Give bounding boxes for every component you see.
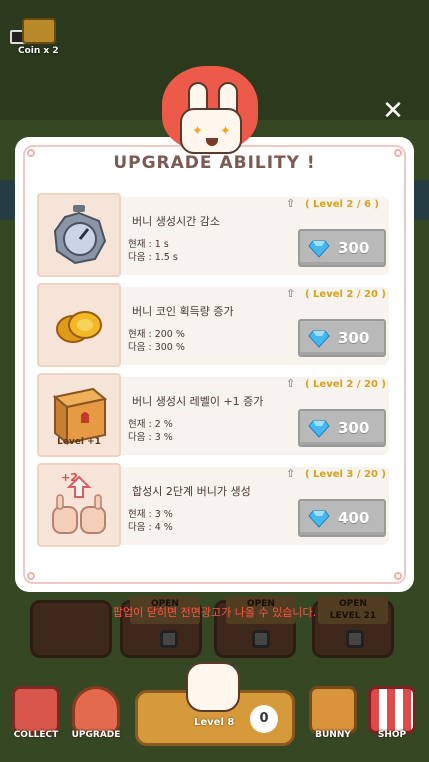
diamond-icon: [308, 510, 330, 528]
upgrade-name: 버니 코인 획득량 증가: [132, 305, 234, 318]
upgrade-next-value: 다음 : 1.5 s: [128, 252, 178, 263]
spawn-level-label: Level 8: [194, 717, 235, 728]
coin-bonus-badge[interactable]: Coin x 2: [10, 10, 62, 58]
buy-upgrade-button[interactable]: 300: [298, 319, 386, 357]
ad-warning-text: 팝업이 닫히면 전면광고가 나올 수 있습니다.: [112, 606, 317, 619]
upgrade-name: 합성시 2단계 버니가 생성: [132, 485, 251, 498]
flame-bunny-icon: [72, 686, 120, 734]
collection-book-icon: [12, 686, 60, 734]
upgrade-price: 400: [338, 509, 370, 527]
collect-label: COLLECT: [13, 730, 59, 740]
upgrade-row: Level +1 버니 생성시 레벨이 +1 증가 현재 : 2 % 다음 : …: [37, 373, 389, 457]
coin-bonus-label: Coin x 2: [18, 46, 59, 56]
shop-awning-icon: [368, 686, 416, 734]
bunny-mouth: [206, 138, 218, 146]
upgrade-next-value: 다음 : 3 %: [128, 432, 173, 443]
arrow-up-icon: ⇧: [286, 377, 296, 390]
shop-label: SHOP: [377, 730, 407, 740]
gold-coin-icon: [37, 283, 121, 367]
arrow-up-icon: ⇧: [286, 287, 296, 300]
buy-upgrade-button[interactable]: 400: [298, 499, 386, 537]
buy-upgrade-button[interactable]: 300: [298, 229, 386, 267]
bunny-button[interactable]: BUNNY: [305, 678, 361, 742]
upgrade-name: 버니 생성시간 감소: [132, 215, 220, 228]
close-icon[interactable]: ✕: [380, 98, 406, 124]
bunny-head: ✦ ✦: [180, 108, 242, 154]
upgrade-price: 300: [338, 419, 370, 437]
buy-upgrade-button[interactable]: 300: [298, 409, 386, 447]
upgrade-next-value: 다음 : 300 %: [128, 342, 185, 353]
upgrade-current-value: 현재 : 200 %: [128, 329, 185, 340]
bunny-box-icon: [309, 686, 357, 734]
diamond-icon: [308, 420, 330, 438]
bunny-label: BUNNY: [315, 730, 351, 740]
mascot-bunny-icon: ✦ ✦: [158, 64, 268, 160]
upgrade-button[interactable]: UPGRADE: [68, 678, 124, 742]
upgrade-level: ( Level 2 / 20 ): [305, 379, 386, 390]
upgrade-next-value: 다음 : 4 %: [128, 522, 173, 533]
arrow-up-icon: ⇧: [286, 467, 296, 480]
corner-ornament: [394, 572, 402, 580]
upgrade-label: UPGRADE: [71, 730, 121, 740]
upgrade-level: ( Level 2 / 6 ): [305, 199, 379, 210]
collect-button[interactable]: COLLECT: [8, 678, 64, 742]
upgrade-price: 300: [338, 329, 370, 347]
stopwatch-icon: [37, 193, 121, 277]
upgrade-row: +2 합성시 2단계 버니가 생성 현재 : 3 % 다음 : 4 % ⇧ ( …: [37, 463, 389, 547]
corner-ornament: [27, 572, 35, 580]
upgrade-level: ( Level 3 / 20 ): [305, 469, 386, 480]
sparkle-eye-icon: ✦: [192, 124, 203, 139]
spawn-count: 0: [250, 705, 278, 733]
upgrade-level: ( Level 2 / 20 ): [305, 289, 386, 300]
upgrade-current-value: 현재 : 1 s: [128, 239, 169, 250]
upgrade-price: 300: [338, 239, 370, 257]
diamond-icon: [308, 240, 330, 258]
upgrade-current-value: 현재 : 3 %: [128, 509, 173, 520]
arrow-up-icon: ⇧: [286, 197, 296, 210]
upgrade-row: 버니 코인 획득량 증가 현재 : 200 % 다음 : 300 % ⇧ ( L…: [37, 283, 389, 367]
upgrade-row: 버니 생성시간 감소 현재 : 1 s 다음 : 1.5 s ⇧ ( Level…: [37, 193, 389, 277]
sparkle-eye-icon: ✦: [220, 124, 231, 139]
diamond-icon: [308, 330, 330, 348]
bunny-face-icon: [186, 662, 240, 712]
upgrade-name: 버니 생성시 레벨이 +1 증가: [132, 395, 264, 408]
treasure-box-icon: [22, 18, 56, 44]
merge-bunnies-icon: +2: [37, 463, 121, 547]
shop-button[interactable]: SHOP: [364, 678, 420, 742]
upgrade-current-value: 현재 : 2 %: [128, 419, 173, 430]
level-box-icon: Level +1: [37, 373, 121, 457]
merge-plus-label: +2: [61, 471, 78, 484]
level-box-label: Level +1: [57, 437, 101, 447]
